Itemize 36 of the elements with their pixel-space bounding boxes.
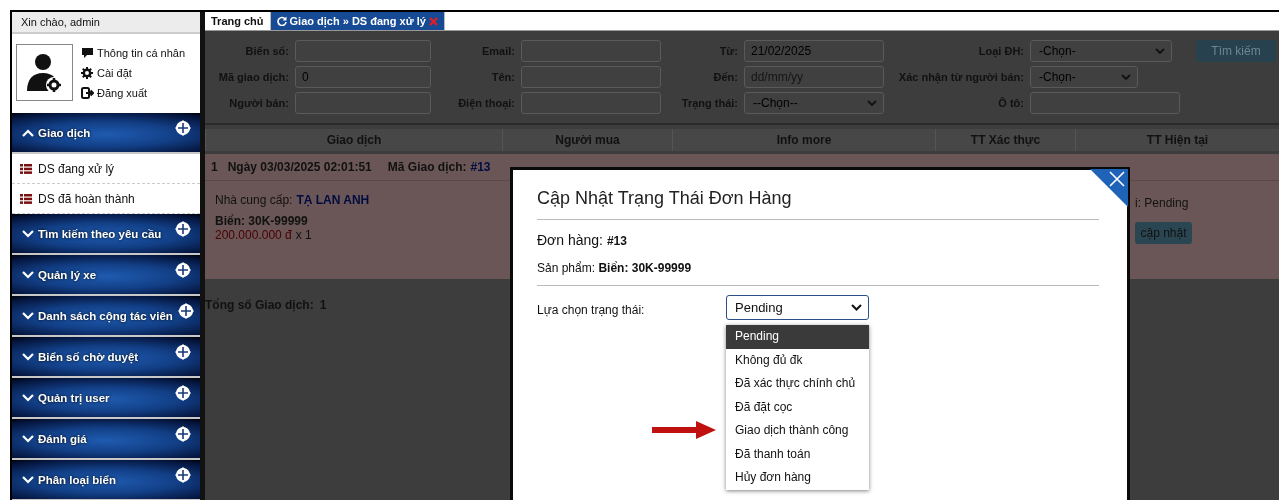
- menu-header[interactable]: Đánh giá: [12, 419, 200, 460]
- order-code: #13: [470, 160, 491, 174]
- profile-link[interactable]: Thông tin cá nhân: [81, 47, 186, 59]
- profile-link[interactable]: Đăng xuất: [81, 87, 186, 99]
- supplier-name: TẠ LAN ANH: [296, 193, 370, 207]
- order-date: Ngày 03/03/2025 02:01:51: [227, 160, 372, 174]
- order-text: Đơn hàng: #13: [537, 231, 628, 248]
- menu-header[interactable]: Tìm kiếm theo yêu cầu: [12, 214, 200, 255]
- status-text: i: Pending: [1135, 196, 1190, 210]
- dropdown-option[interactable]: Pending: [726, 325, 869, 349]
- greeting-text: Xin chào, admin: [12, 12, 200, 34]
- order-code-label: Mã Giao dịch:: [387, 160, 467, 174]
- menu-header[interactable]: Danh sách cộng tác viên: [12, 296, 200, 337]
- dropdown-option[interactable]: Đã xác thực chính chủ: [726, 372, 869, 396]
- dropdown-option[interactable]: Không đủ đk: [726, 348, 869, 372]
- menu-header[interactable]: Phân loại biển: [12, 460, 200, 500]
- submenu-item[interactable]: DS đang xử lý: [12, 154, 200, 184]
- dropdown-option[interactable]: Hủy đơn hàng: [726, 466, 869, 490]
- dropdown-option[interactable]: Giao dịch thành công: [726, 419, 869, 443]
- menu-header[interactable]: Giao dịch: [12, 113, 200, 154]
- menu-header[interactable]: Quản trị user: [12, 378, 200, 419]
- dropdown-option[interactable]: Đã đặt cọc: [726, 395, 869, 419]
- status-label: Lựa chọn trạng thái:: [537, 302, 646, 317]
- dropdown-option[interactable]: Đã thanh toán: [726, 442, 869, 466]
- menu-header[interactable]: Quản lý xe: [12, 255, 200, 296]
- status-select[interactable]: Pending: [726, 295, 869, 320]
- plate-text: Biển: 30K-99999: [215, 214, 309, 228]
- supplier-label: Nhà cung cấp:: [215, 193, 293, 207]
- tab[interactable]: Giao dịch » DS đang xử lý: [270, 12, 445, 30]
- price-text: 200.000.000 đ: [215, 228, 292, 242]
- menu-header[interactable]: Biển số chờ duyệt: [12, 337, 200, 378]
- row-number: 1: [211, 160, 218, 174]
- product-text: Sản phẩm: Biển: 30K-99999: [537, 260, 693, 277]
- profile-link[interactable]: Cài đặt: [81, 67, 186, 79]
- modal-title: Cập Nhật Trạng Thái Đơn Hàng: [537, 188, 793, 210]
- quantity-text: x 1: [295, 228, 312, 242]
